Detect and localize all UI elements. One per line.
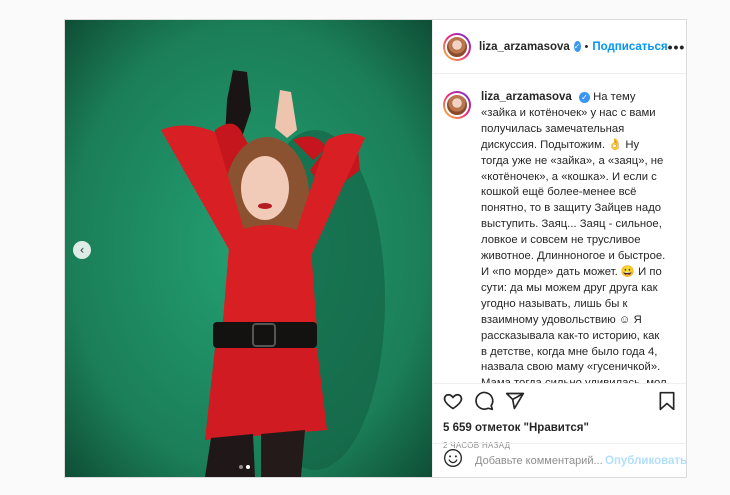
- carousel-prev-button[interactable]: ‹: [73, 241, 91, 259]
- carousel-dot: [239, 465, 243, 469]
- post-photo[interactable]: ‹: [65, 20, 432, 477]
- caption-avatar[interactable]: [443, 91, 471, 119]
- username-link[interactable]: liza_arzamasova: [479, 41, 570, 53]
- post-actions: 5 659 отметок "Нравится" 2 часов назад О…: [433, 383, 687, 477]
- post-card: ‹ liza_arzamasova ✓ • Подписаться ••• li…: [64, 19, 687, 478]
- caption-username-link[interactable]: liza_arzamasova: [481, 91, 572, 103]
- comment-input[interactable]: [473, 453, 605, 468]
- heart-icon[interactable]: [443, 391, 463, 416]
- caption: liza_arzamasova ✓ На тему «зайка и котён…: [481, 90, 667, 383]
- caption-text: На тему «зайка и котёночек» у нас с вами…: [481, 91, 667, 383]
- action-icons: [433, 384, 686, 414]
- follow-button[interactable]: Подписаться: [592, 41, 667, 53]
- share-icon[interactable]: [505, 391, 525, 416]
- emoji-icon[interactable]: [443, 448, 463, 473]
- more-options-icon[interactable]: •••: [668, 39, 686, 55]
- likes-count[interactable]: 5 659 отметок "Нравится": [433, 414, 686, 434]
- chevron-left-icon: ‹: [79, 243, 85, 257]
- carousel-dots: [239, 465, 250, 469]
- publish-button[interactable]: Опубликовать: [605, 455, 687, 467]
- post-header: liza_arzamasova ✓ • Подписаться •••: [433, 20, 686, 74]
- verified-icon: ✓: [573, 41, 581, 52]
- header-separator: •: [584, 40, 589, 53]
- caption-area[interactable]: liza_arzamasova ✓ На тему «зайка и котён…: [433, 75, 686, 383]
- comment-form: Опубликовать: [433, 443, 687, 477]
- bookmark-icon[interactable]: [658, 391, 676, 416]
- photo-illustration: [65, 20, 432, 477]
- carousel-dot-active: [246, 465, 250, 469]
- avatar[interactable]: [443, 32, 471, 61]
- post-sidebar: liza_arzamasova ✓ • Подписаться ••• liza…: [432, 20, 687, 477]
- verified-icon: ✓: [578, 92, 590, 104]
- comment-icon[interactable]: [474, 391, 494, 416]
